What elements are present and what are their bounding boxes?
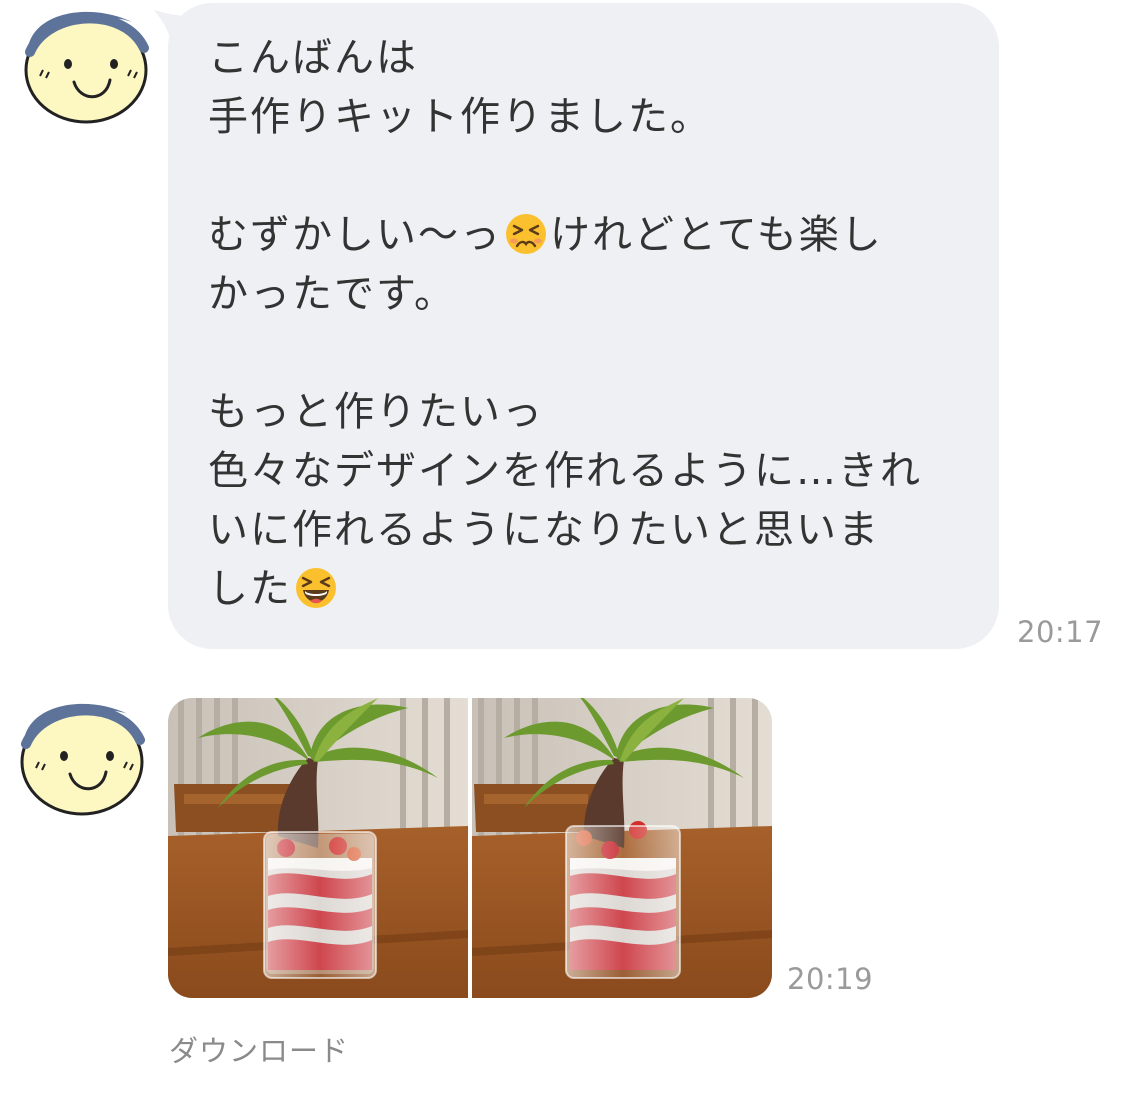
message-bubble[interactable]: こんばんは 手作りキット作りました。 むずかしい〜っ けれどとても楽し かったで… [168, 3, 999, 649]
chat-screen: こんばんは 手作りキット作りました。 むずかしい〜っ けれどとても楽し かったで… [0, 0, 1125, 1114]
message-timestamp: 20:17 [1017, 615, 1104, 649]
download-link[interactable]: ダウンロード [169, 1028, 349, 1070]
message-line: むずかしい〜っ けれどとても楽し [208, 206, 959, 265]
message-line: もっと作りたいっ [208, 389, 544, 435]
plant-jar-photo[interactable] [472, 698, 772, 998]
message-text: けれどとても楽し [550, 212, 883, 258]
photo-album[interactable] [168, 698, 772, 998]
message-line: 手作りキット作りました。 [208, 94, 712, 140]
message-line: した [208, 560, 959, 619]
photo-timestamp: 20:19 [787, 962, 874, 996]
grinning-squinting-face-icon [294, 566, 338, 610]
message-line: こんばんは [208, 35, 418, 81]
message-line: かったです。 [208, 271, 456, 317]
plant-jar-photo[interactable] [168, 698, 468, 998]
smiley-avatar-icon[interactable] [20, 4, 152, 126]
message-line: 色々なデザインを作れるように…きれ [208, 448, 922, 494]
message-line: いに作れるようになりたいと思いま [208, 507, 880, 553]
message-text: むずかしい〜っ [208, 212, 502, 258]
persevering-face-icon [504, 212, 548, 256]
message-text: した [208, 566, 292, 612]
message-line-blank [208, 324, 959, 383]
message-line-blank [208, 147, 959, 206]
smiley-avatar-icon[interactable] [16, 696, 148, 818]
